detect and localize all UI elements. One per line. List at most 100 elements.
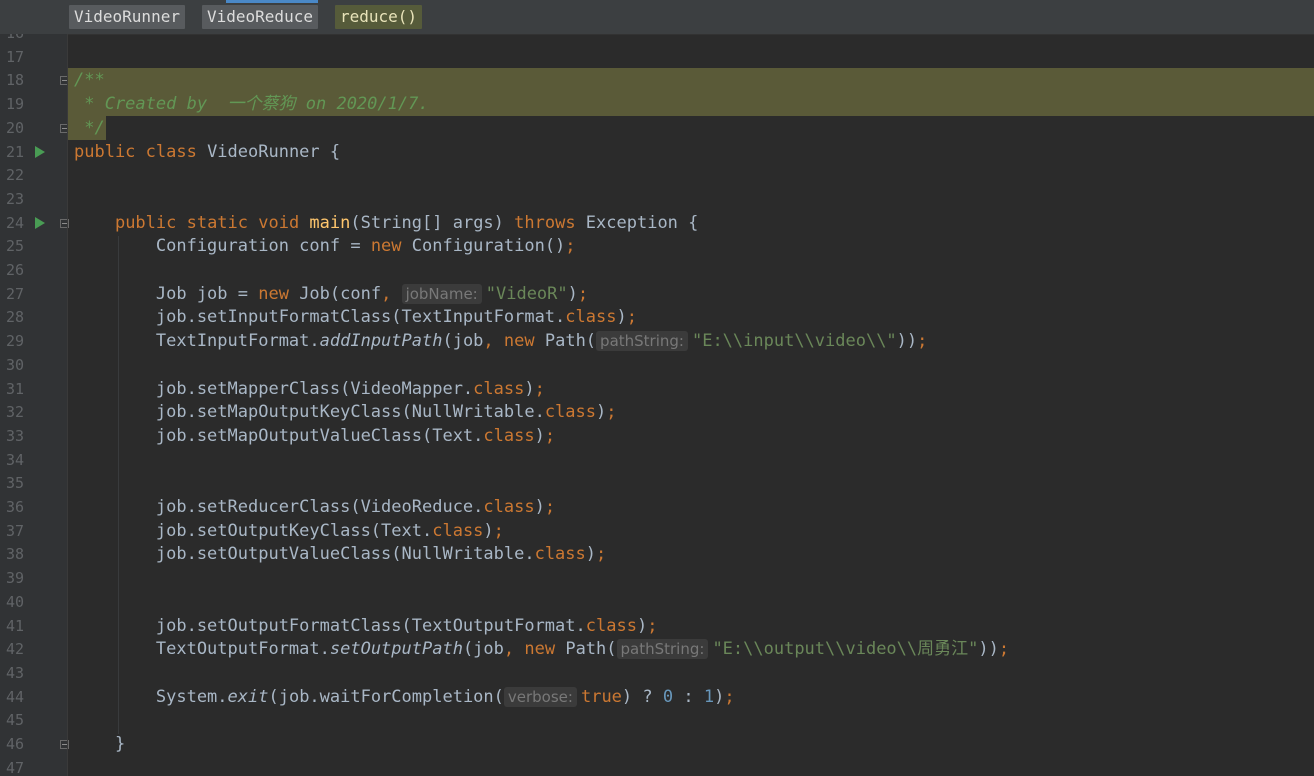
code-token: * Created by 一个蔡狗 on 2020/1/7.: [74, 94, 429, 115]
code-token: ,: [381, 283, 402, 304]
code-token: /**: [74, 70, 105, 91]
code-line[interactable]: job.setOutputKeyClass(Text.class);: [74, 519, 504, 543]
code-line[interactable]: job.setReducerClass(VideoReduce.class);: [74, 495, 555, 519]
code-token: ;: [544, 425, 556, 446]
line-number: 22: [5, 166, 24, 185]
active-tab-indicator: [226, 0, 318, 3]
code-token: ): [567, 283, 578, 304]
code-token: new: [524, 639, 566, 660]
code-line[interactable]: Configuration conf = new Configuration()…: [74, 234, 576, 258]
code-token: ): [596, 402, 607, 423]
line-number: 18: [5, 71, 24, 90]
code-token: ): [585, 544, 597, 565]
code-token: class: [565, 307, 617, 328]
code-line[interactable]: }: [74, 732, 125, 756]
breadcrumb-item-videoreduce[interactable]: VideoReduce: [202, 5, 318, 29]
line-number: 17: [5, 47, 24, 66]
code-token: (job: [462, 639, 504, 660]
code-token: ;: [534, 378, 545, 399]
code-token: ): [714, 686, 725, 707]
line-number: 26: [5, 261, 24, 279]
code-token: TextInputFormat.: [74, 331, 320, 352]
code-token: new: [370, 236, 412, 257]
code-token: class: [585, 615, 637, 636]
code-line[interactable]: TextInputFormat.addInputPath(job, new Pa…: [74, 329, 927, 353]
line-number: 46: [5, 735, 24, 753]
line-number: 32: [5, 403, 24, 422]
breadcrumb-item-videorunner[interactable]: VideoRunner: [69, 5, 185, 29]
code-token: (job.waitForCompletion(: [268, 686, 504, 707]
code-token: "E:\\output\\video\\周勇江": [712, 639, 979, 660]
line-number: 39: [5, 569, 24, 588]
code-token: job.setReducerClass(VideoReduce.: [74, 497, 484, 517]
code-line[interactable]: job.setMapperClass(VideoMapper.class);: [74, 377, 545, 401]
code-line[interactable]: job.setOutputFormatClass(TextOutputForma…: [74, 614, 658, 638]
code-token: main: [309, 212, 351, 233]
code-token: ,: [503, 639, 525, 660]
code-editor[interactable]: 16 17 18 19 20 21 22 23 24 25 26 27 28 29 30 31 32 33 34 35…: [0, 34, 1314, 776]
code-token: new: [258, 283, 300, 304]
parameter-hint: verbose:: [503, 686, 577, 707]
line-number: 21: [5, 142, 24, 161]
line-number: 47: [5, 758, 24, 776]
code-line[interactable]: public static void main(String[] args) t…: [74, 211, 698, 235]
line-number: 40: [5, 592, 24, 611]
code-token: job.setMapperClass(VideoMapper.: [74, 378, 474, 399]
code-token: ;: [917, 331, 928, 352]
line-number: 27: [5, 284, 24, 303]
line-number: 44: [5, 687, 24, 706]
code-token: Job(conf: [299, 283, 382, 304]
code-token: ) ?: [621, 686, 663, 707]
run-gutter-icon[interactable]: [35, 145, 45, 158]
code-token: job.setMapOutputKeyClass(NullWritable.: [74, 402, 545, 423]
code-token: ): [534, 425, 545, 446]
code-token: VideoRunner {: [207, 141, 341, 162]
line-number: 43: [5, 663, 24, 682]
code-line[interactable]: */: [74, 116, 105, 140]
code-token: job.setOutputValueClass(NullWritable.: [74, 544, 535, 565]
code-token: Path(: [544, 331, 597, 352]
line-number: 41: [5, 616, 24, 635]
code-token: ;: [626, 307, 637, 328]
code-token: ;: [544, 497, 556, 517]
code-token: class: [534, 544, 586, 565]
line-number: 29: [5, 332, 24, 351]
code-token: throws: [514, 212, 586, 233]
code-line[interactable]: TextOutputFormat.setOutputPath(job, new …: [74, 637, 1009, 661]
line-number: 31: [5, 379, 24, 398]
code-token: ;: [606, 402, 617, 423]
line-number: 19: [5, 95, 24, 114]
code-token: )): [896, 331, 918, 352]
editor-gutter[interactable]: 16 17 18 19 20 21 22 23 24 25 26 27 28 29 30 31 32 33 34 35…: [0, 34, 69, 776]
code-token: job.setOutputKeyClass(Text.: [74, 520, 433, 541]
run-gutter-icon[interactable]: [35, 216, 45, 229]
code-token: job.setOutputFormatClass(TextOutputForma…: [74, 615, 586, 636]
code-token: :: [673, 686, 704, 707]
breadcrumb-item-reduce[interactable]: reduce(): [335, 5, 423, 29]
code-line[interactable]: job.setMapOutputKeyClass(NullWritable.cl…: [74, 400, 617, 424]
code-line[interactable]: * Created by 一个蔡狗 on 2020/1/7.: [74, 92, 429, 116]
code-line[interactable]: job.setMapOutputValueClass(Text.class);: [74, 424, 555, 448]
line-number: 34: [5, 450, 24, 469]
line-number: 20: [5, 118, 24, 137]
line-number: 42: [5, 640, 24, 659]
code-token: 0: [662, 686, 674, 707]
code-line[interactable]: public class VideoRunner {: [74, 140, 340, 164]
code-line[interactable]: job.setOutputValueClass(NullWritable.cla…: [74, 542, 606, 566]
code-token: ;: [596, 544, 607, 565]
code-token: class: [544, 402, 596, 423]
line-number: 38: [5, 545, 24, 564]
line-number: 24: [5, 213, 24, 232]
code-line[interactable]: job.setInputFormatClass(TextInputFormat.…: [74, 305, 637, 329]
code-token: ;: [647, 615, 658, 636]
code-token: "VideoR": [485, 283, 568, 304]
code-line[interactable]: System.exit(job.waitForCompletion(verbos…: [74, 685, 735, 709]
code-token: */: [74, 117, 105, 138]
code-token: exit: [227, 686, 269, 707]
code-line[interactable]: /**: [74, 68, 105, 92]
code-line[interactable]: Job job = new Job(conf, jobName: "VideoR"…: [74, 282, 588, 306]
code-token: (job: [442, 331, 484, 352]
line-number: 45: [5, 711, 24, 730]
line-number: 25: [5, 237, 24, 256]
code-token: class: [483, 425, 535, 446]
